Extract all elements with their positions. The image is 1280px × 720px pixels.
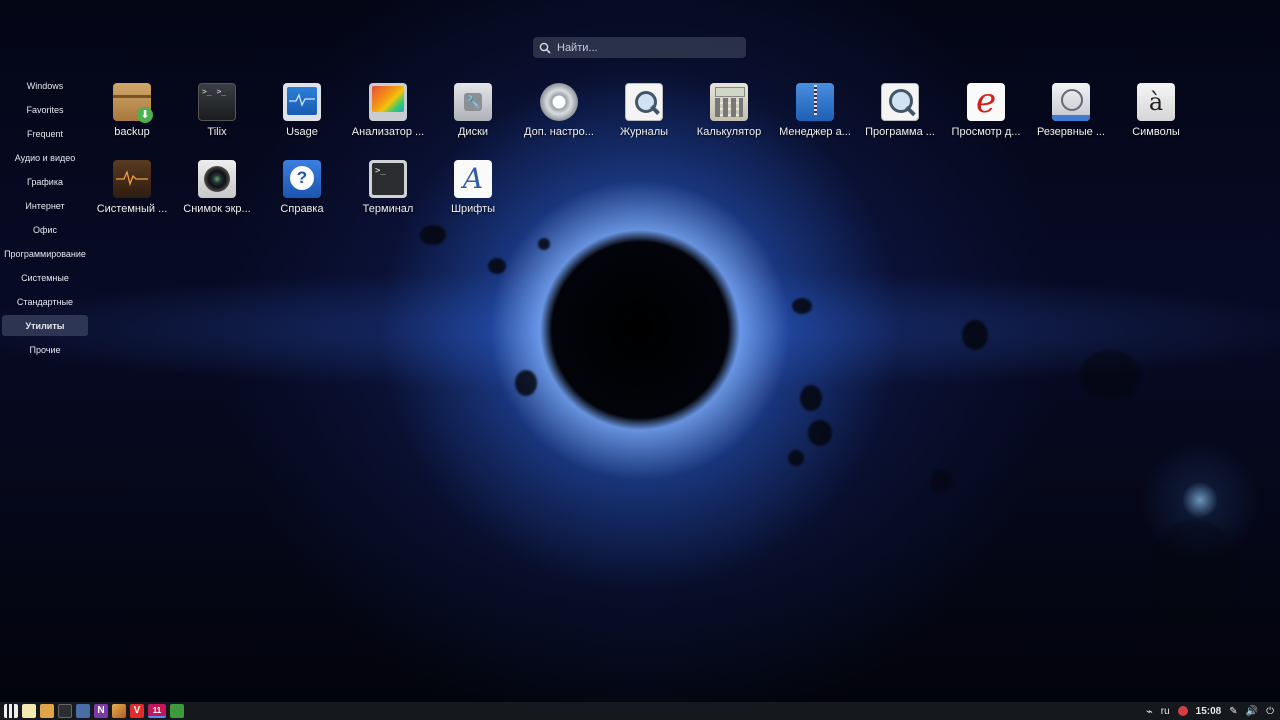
fonts-icon: A — [454, 160, 492, 198]
characters-icon: à — [1137, 83, 1175, 121]
green-app-icon[interactable] — [170, 704, 184, 718]
category-other[interactable]: Прочие — [2, 339, 88, 360]
category-system[interactable]: Системные — [2, 267, 88, 288]
app-fonts[interactable]: A Шрифты — [430, 153, 516, 223]
app-system-monitor[interactable]: Системный ... — [89, 153, 175, 223]
archive-manager-icon — [796, 83, 834, 121]
category-audio-video[interactable]: Аудио и видео — [2, 147, 88, 168]
category-sidebar: Windows Favorites Frequent Аудио и видео… — [0, 75, 90, 363]
category-frequent[interactable]: Frequent — [2, 123, 88, 144]
app-document-viewer[interactable]: e Просмотр д... — [943, 76, 1029, 146]
logs-icon — [625, 83, 663, 121]
search-input[interactable] — [557, 41, 727, 54]
calculator-icon — [710, 83, 748, 121]
notification-icon[interactable] — [1177, 706, 1188, 716]
system-tray: ⌁ ru 15:08 ✎ 🔊 ⏻ — [1146, 705, 1280, 718]
app-archive-manager[interactable]: Менеджер а... — [772, 76, 858, 146]
onenote-icon[interactable]: N — [94, 704, 108, 718]
app-disk-analyzer[interactable]: Анализатор ... — [345, 76, 431, 146]
taskbar: N V 11 ⌁ ru 15:08 ✎ 🔊 ⏻ — [0, 702, 1280, 720]
category-windows[interactable]: Windows — [2, 75, 88, 96]
app-backups[interactable]: Резервные ... — [1028, 76, 1114, 146]
network-icon[interactable]: ⌁ — [1146, 705, 1153, 718]
category-favorites[interactable]: Favorites — [2, 99, 88, 120]
screenshot-icon — [198, 160, 236, 198]
category-graphics[interactable]: Графика — [2, 171, 88, 192]
category-standard[interactable]: Стандартные — [2, 291, 88, 312]
category-internet[interactable]: Интернет — [2, 195, 88, 216]
help-icon: ? — [283, 160, 321, 198]
app-disks[interactable]: 🔧 Диски — [430, 76, 516, 146]
app-help[interactable]: ? Справка — [259, 153, 345, 223]
backup-clock-icon — [1052, 83, 1090, 121]
files-icon[interactable] — [40, 704, 54, 718]
system-monitor-icon — [113, 160, 151, 198]
pen-icon[interactable]: ✎ — [1229, 706, 1237, 717]
vivaldi-icon[interactable]: V — [130, 704, 144, 718]
terminal-icon: >_ >_ — [198, 83, 236, 121]
app-logs[interactable]: Журналы — [601, 76, 687, 146]
disks-icon: 🔧 — [454, 83, 492, 121]
power-icon[interactable]: ⏻ — [1266, 706, 1274, 717]
usage-monitor-icon — [283, 83, 321, 121]
category-programming[interactable]: Программирование — [2, 243, 88, 264]
app-calculator[interactable]: Калькулятор — [686, 76, 772, 146]
app-search-tool[interactable]: Программа ... — [857, 76, 943, 146]
menu-icon[interactable] — [4, 704, 18, 718]
search-icon — [539, 42, 551, 54]
package-icon: ⬇ — [113, 83, 153, 123]
clock[interactable]: 15:08 — [1196, 706, 1222, 717]
search-box[interactable] — [533, 37, 746, 58]
app-usage[interactable]: Usage — [259, 76, 345, 146]
app-11-icon[interactable]: 11 — [148, 704, 166, 718]
volume-icon[interactable]: 🔊 — [1246, 706, 1258, 717]
document-viewer-icon: e — [967, 83, 1005, 121]
app-tweaks[interactable]: Доп. настро... — [516, 76, 602, 146]
search-doc-icon — [881, 83, 919, 121]
keyboard-layout[interactable]: ru — [1161, 706, 1170, 717]
category-utilities[interactable]: Утилиты — [2, 315, 88, 336]
terminal-icon: >_ — [369, 160, 407, 198]
disk-analyzer-icon — [369, 83, 407, 121]
taskbar-launchers: N V 11 — [0, 704, 184, 718]
image-viewer-icon[interactable] — [112, 704, 126, 718]
tweaks-icon — [540, 83, 578, 121]
app-screenshot[interactable]: Снимок экр... — [174, 153, 260, 223]
category-office[interactable]: Офис — [2, 219, 88, 240]
text-editor-icon[interactable] — [22, 704, 36, 718]
screenshot-icon[interactable] — [76, 704, 90, 718]
app-terminal[interactable]: >_ Терминал — [345, 153, 431, 223]
app-characters[interactable]: à Символы — [1113, 76, 1199, 146]
app-backup[interactable]: ⬇ backup — [89, 76, 175, 146]
terminal-icon[interactable] — [58, 704, 72, 718]
app-tilix[interactable]: >_ >_ Tilix — [174, 76, 260, 146]
